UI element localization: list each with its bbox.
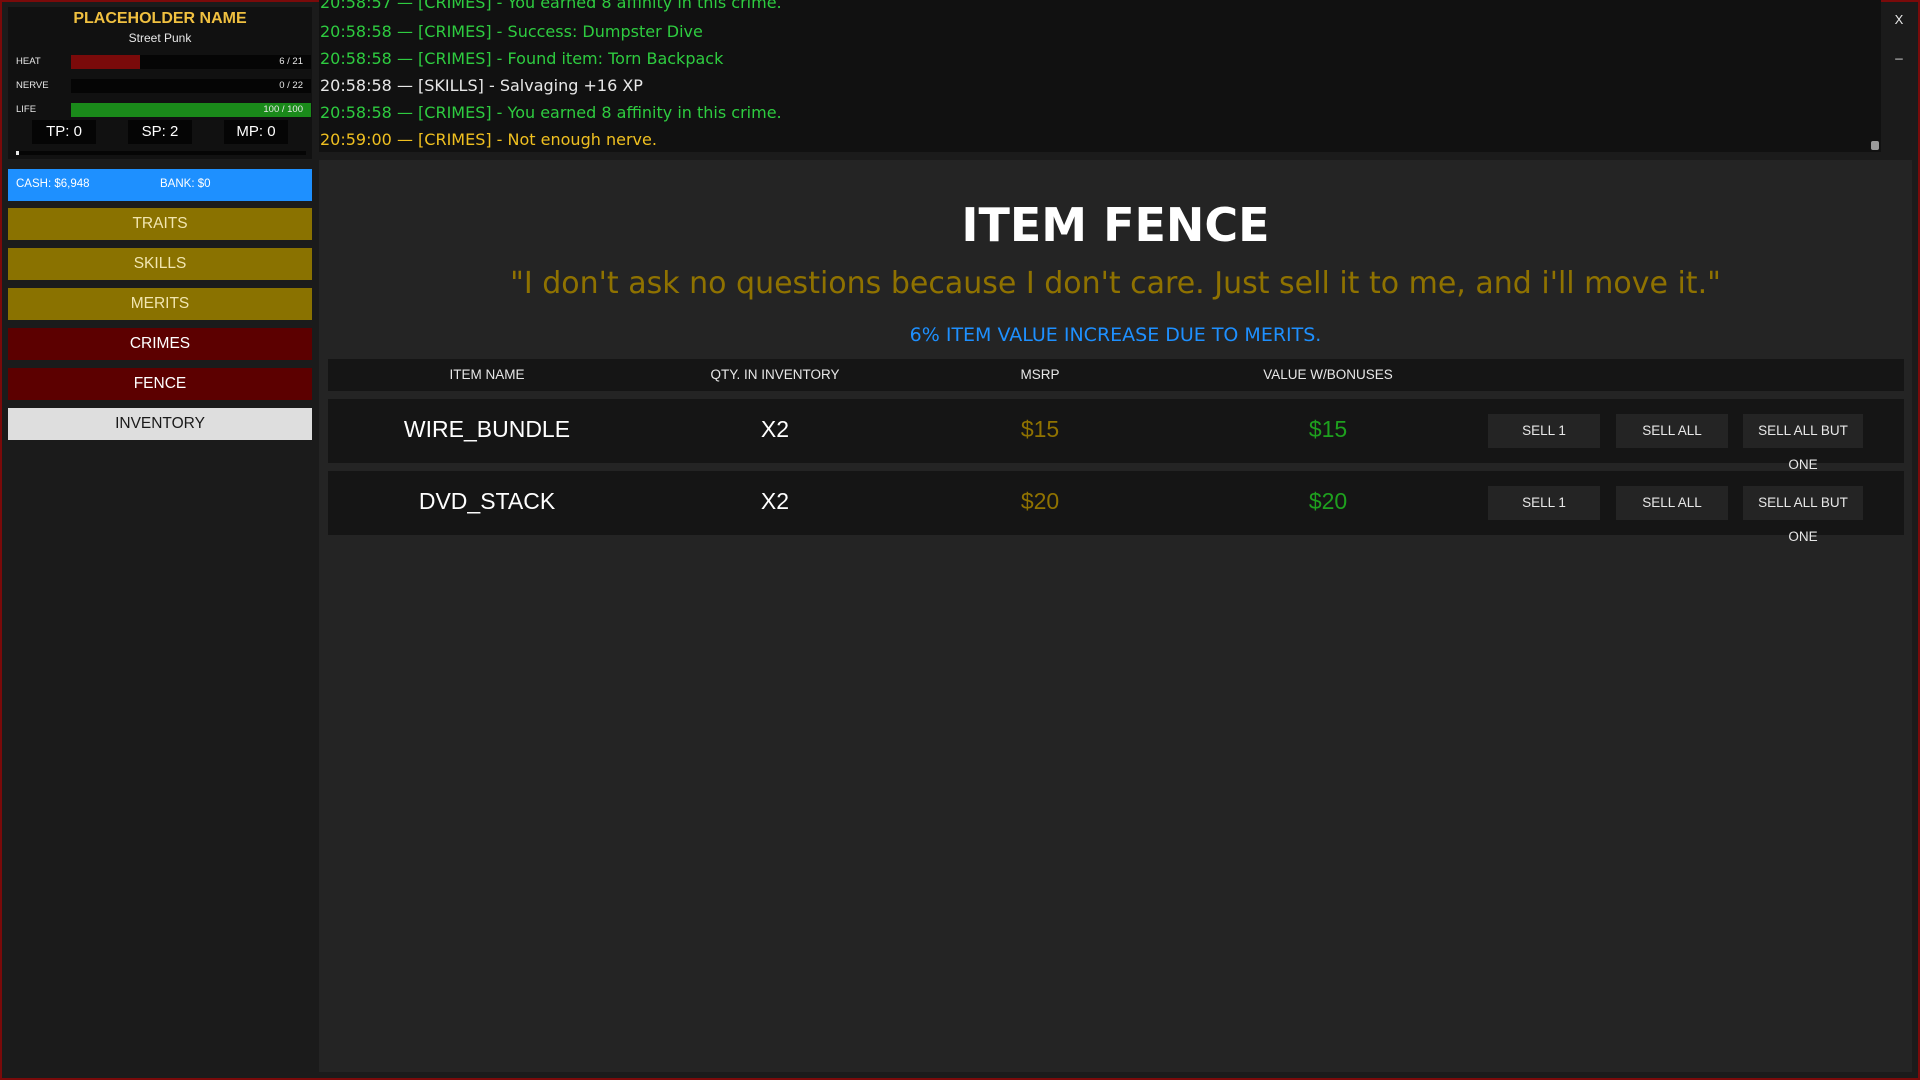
column-header-value: VALUE W/BONUSES bbox=[1263, 367, 1393, 382]
tp-counter: TP: 0 bbox=[32, 120, 96, 144]
table-row: WIRE_BUNDLE X2 $15 $15 SELL 1 SELL ALL S… bbox=[328, 399, 1904, 472]
stat-life-value: 100 / 100 bbox=[263, 104, 303, 115]
nav-merits-button[interactable]: MERITS bbox=[8, 288, 312, 320]
fence-quote: "I don't ask no questions because I don'… bbox=[510, 266, 1721, 301]
log-line: 20:58:58 — [CRIMES] - You earned 8 affin… bbox=[320, 103, 782, 122]
xp-bar-fill bbox=[16, 151, 19, 155]
sidebar: PLACEHOLDER NAME Street Punk HEAT 6 / 21… bbox=[8, 7, 312, 1071]
page-title: ITEM FENCE bbox=[961, 198, 1270, 252]
stat-life-label: LIFE bbox=[16, 104, 37, 115]
sell-all-but-one-button[interactable]: SELL ALL BUT ONE bbox=[1743, 414, 1863, 472]
table-header: ITEM NAME QTY. IN INVENTORY MSRP VALUE W… bbox=[328, 359, 1904, 391]
mp-counter: MP: 0 bbox=[224, 120, 288, 144]
item-name: DVD_STACK bbox=[418, 488, 556, 514]
stat-heat-value: 6 / 21 bbox=[279, 56, 303, 67]
nav-skills-button[interactable]: SKILLS bbox=[8, 248, 312, 280]
item-value: $15 bbox=[1308, 416, 1348, 442]
column-header-item-name: ITEM NAME bbox=[449, 367, 525, 382]
sell-all-but-one-button[interactable]: SELL ALL BUT ONE bbox=[1743, 486, 1863, 544]
stat-nerve-label: NERVE bbox=[16, 80, 49, 91]
stat-heat-label: HEAT bbox=[16, 56, 41, 67]
column-header-msrp: MSRP bbox=[1020, 367, 1060, 382]
sell-one-button[interactable]: SELL 1 bbox=[1488, 486, 1600, 520]
bank-display: BANK: $0 bbox=[160, 178, 211, 190]
log-line: 20:58:58 — [SKILLS] - Salvaging +16 XP bbox=[320, 76, 643, 95]
log-line: 20:58:57 — [CRIMES] - You earned 8 affin… bbox=[320, 0, 782, 12]
character-panel: PLACEHOLDER NAME Street Punk HEAT 6 / 21… bbox=[8, 7, 312, 159]
item-msrp: $20 bbox=[1020, 488, 1060, 514]
sell-all-button[interactable]: SELL ALL bbox=[1616, 414, 1728, 448]
item-value: $20 bbox=[1308, 488, 1348, 514]
fence-panel: ITEM FENCE "I don't ask no questions bec… bbox=[319, 160, 1912, 1072]
sell-one-button[interactable]: SELL 1 bbox=[1488, 414, 1600, 448]
heat-bar: 6 / 21 bbox=[71, 55, 311, 69]
money-bar: CASH: $6,948 BANK: $0 bbox=[8, 169, 312, 201]
close-button[interactable]: X bbox=[1886, 7, 1912, 33]
item-qty: X2 bbox=[760, 488, 790, 514]
log-line: 20:58:58 — [CRIMES] - Success: Dumpster … bbox=[320, 22, 703, 41]
minimize-button[interactable]: _ bbox=[1886, 40, 1912, 66]
event-log: 20:58:57 — [CRIMES] - You earned 8 affin… bbox=[319, 0, 1881, 152]
cash-display: CASH: $6,948 bbox=[16, 178, 90, 190]
nav-crimes-button[interactable]: CRIMES bbox=[8, 328, 312, 360]
nav-inventory-button[interactable]: INVENTORY bbox=[8, 408, 312, 440]
log-line: 20:58:58 — [CRIMES] - Found item: Torn B… bbox=[320, 49, 724, 68]
stat-nerve-value: 0 / 22 bbox=[279, 80, 303, 91]
stat-nerve: NERVE 0 / 22 bbox=[16, 78, 311, 94]
nav-traits-button[interactable]: TRAITS bbox=[8, 208, 312, 240]
log-line: 20:59:00 — [CRIMES] - Not enough nerve. bbox=[320, 130, 657, 149]
points-row: TP: 0 SP: 2 MP: 0 bbox=[8, 120, 312, 144]
item-name: WIRE_BUNDLE bbox=[403, 416, 571, 442]
log-scrollbar-thumb[interactable] bbox=[1871, 141, 1879, 150]
stat-heat: HEAT 6 / 21 bbox=[16, 54, 311, 70]
stat-life: LIFE 100 / 100 bbox=[16, 102, 311, 118]
nerve-bar: 0 / 22 bbox=[71, 79, 311, 93]
item-qty: X2 bbox=[760, 416, 790, 442]
heat-bar-fill bbox=[71, 55, 140, 69]
sp-counter: SP: 2 bbox=[128, 120, 192, 144]
sell-all-button[interactable]: SELL ALL bbox=[1616, 486, 1728, 520]
table-row: DVD_STACK X2 $20 $20 SELL 1 SELL ALL SEL… bbox=[328, 471, 1904, 544]
nav-fence-button[interactable]: FENCE bbox=[8, 368, 312, 400]
column-header-qty: QTY. IN INVENTORY bbox=[710, 367, 840, 382]
item-msrp: $15 bbox=[1020, 416, 1060, 442]
character-name: PLACEHOLDER NAME bbox=[73, 10, 247, 27]
life-bar: 100 / 100 bbox=[71, 103, 311, 117]
xp-bar bbox=[16, 151, 306, 155]
character-title: Street Punk bbox=[128, 31, 192, 45]
merits-bonus-note: 6% ITEM VALUE INCREASE DUE TO MERITS. bbox=[909, 324, 1322, 346]
